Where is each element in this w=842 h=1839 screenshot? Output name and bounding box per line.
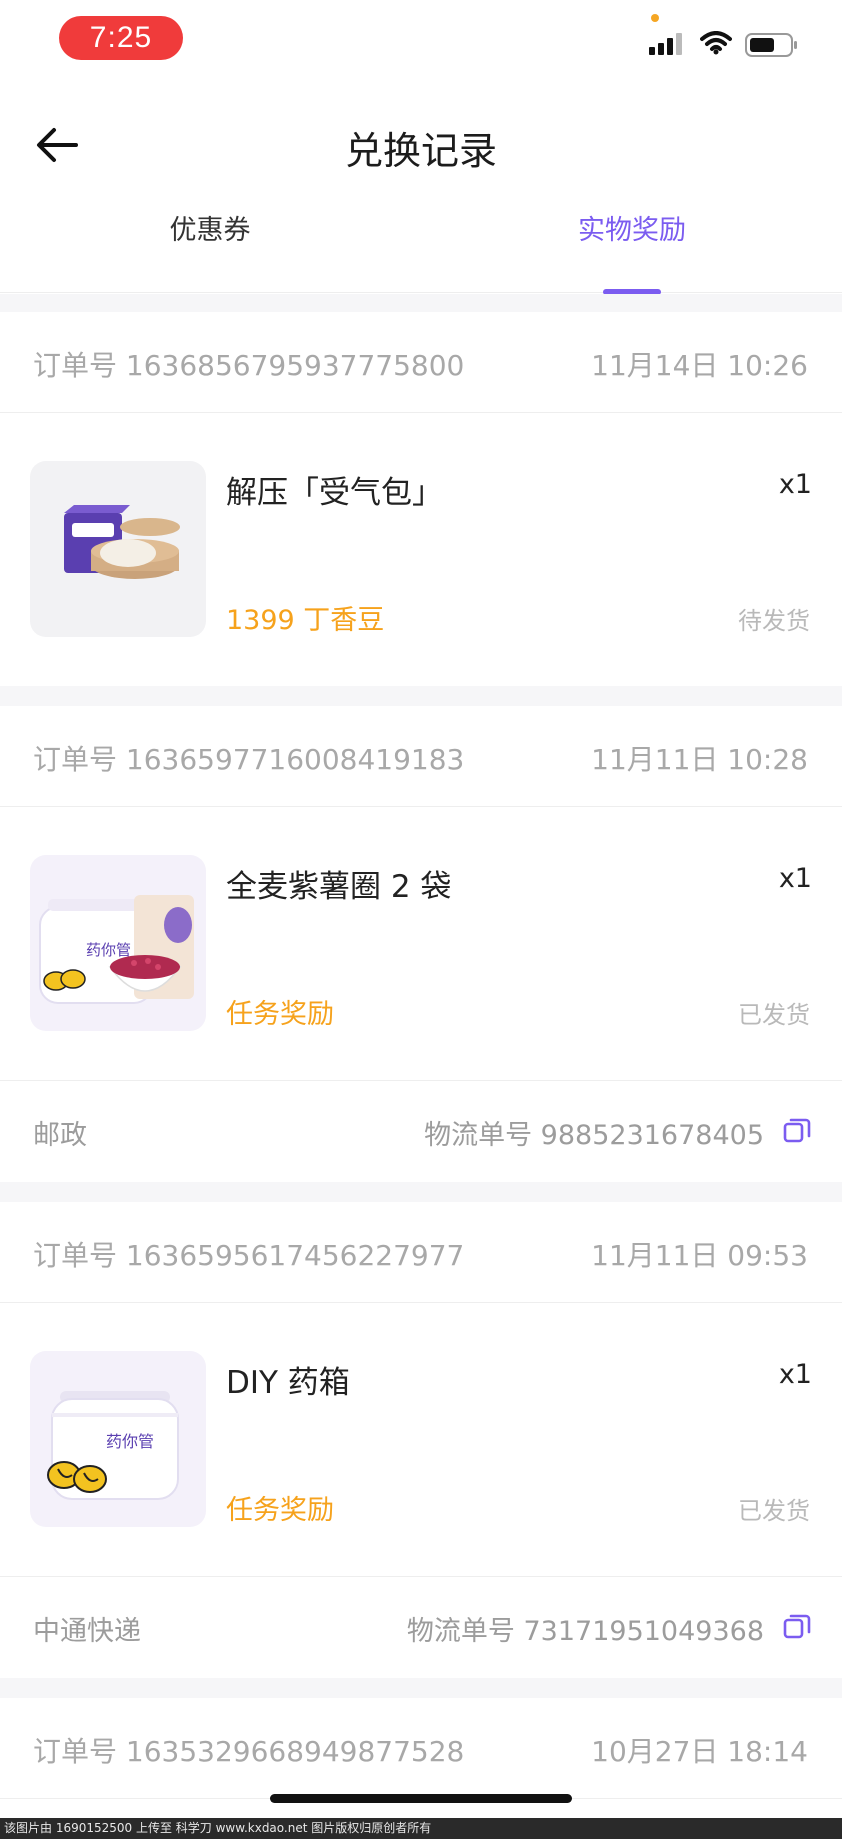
order-number: 订单号 1636856795937775800 — [33, 349, 465, 382]
product-image — [30, 461, 206, 637]
product-image: 药你管 — [30, 855, 206, 1031]
order-header: 订单号 1636597716008419183 11月11日 10:28 — [0, 706, 842, 807]
product-quantity: x1 — [778, 863, 812, 894]
tab-coupons[interactable]: 优惠券 — [80, 208, 340, 247]
order-card[interactable]: 订单号 1636597716008419183 11月11日 10:28 药你管 — [0, 706, 842, 1181]
order-date: 11月11日 10:28 — [591, 743, 808, 776]
medicine-box-illustration: 药你管 — [47, 1391, 179, 1500]
order-number: 订单号 1636595617456227977 — [33, 1239, 465, 1272]
order-header: 订单号 1636856795937775800 11月14日 10:26 — [0, 312, 842, 413]
product-price: 任务奖励 — [226, 1495, 334, 1526]
page-title: 兑换记录 — [344, 129, 497, 173]
product-price: 任务奖励 — [226, 999, 334, 1030]
product-quantity: x1 — [778, 1359, 812, 1390]
order-date: 11月11日 09:53 — [591, 1239, 808, 1272]
product-image: 药你管 — [30, 1351, 206, 1527]
tab-bar: 优惠券 实物奖励 — [0, 200, 842, 295]
home-indicator[interactable] — [270, 1794, 572, 1803]
order-number: 订单号 1636597716008419183 — [33, 743, 465, 776]
battery-icon — [745, 33, 797, 57]
carrier-name: 邮政 — [33, 1120, 87, 1151]
tracking-number: 物流单号 9885231678405 — [424, 1120, 764, 1151]
product-price: 1399 丁香豆 — [226, 605, 385, 636]
section-gap — [0, 294, 842, 312]
status-time: 7:25 — [59, 16, 183, 60]
product-row: 解压「受气包」 x1 1399 丁香豆 待发货 — [0, 413, 842, 686]
privacy-indicator-dot — [651, 14, 659, 22]
product-name: DIY 药箱 — [226, 1365, 350, 1401]
order-number: 订单号 1635329668949877528 — [33, 1735, 465, 1768]
wifi-icon — [700, 31, 732, 55]
product-row: 药你管 DIY 药箱 x1 任务奖励 已发货 — [0, 1303, 842, 1576]
box-label-text: 药你管 — [86, 941, 131, 959]
order-card[interactable]: 订单号 1636595617456227977 11月11日 09:53 药你管… — [0, 1202, 842, 1677]
product-name: 全麦紫薯圈 2 袋 — [226, 869, 452, 905]
exchange-records-screen: 7:25 兑换记录 优惠券 实物奖励 订单号 16368567959377758… — [0, 0, 842, 1839]
order-date: 11月14日 10:26 — [591, 349, 808, 382]
nav-bar: 兑换记录 — [0, 100, 842, 192]
section-gap — [0, 1182, 842, 1202]
order-header: 订单号 1636595617456227977 11月11日 09:53 — [0, 1202, 842, 1303]
logistics-row: 中通快递 物流单号 73171951049368 — [0, 1576, 842, 1677]
order-date: 10月27日 18:14 — [591, 1735, 808, 1768]
tracking-number: 物流单号 73171951049368 — [406, 1616, 764, 1647]
shipping-status: 已发货 — [738, 1001, 810, 1029]
order-header: 订单号 1635329668949877528 10月27日 18:14 — [0, 1698, 842, 1799]
box-label-text: 药你管 — [106, 1432, 154, 1451]
order-card[interactable]: 订单号 1636856795937775800 11月14日 10:26 解压「… — [0, 312, 842, 686]
section-gap — [0, 1678, 842, 1698]
tab-physical-rewards[interactable]: 实物奖励 — [502, 208, 762, 247]
shipping-status: 已发货 — [738, 1497, 810, 1525]
product-name: 解压「受气包」 — [226, 475, 443, 511]
product-row: 药你管 全麦紫薯圈 2 袋 x1 任务奖励 已发货 — [0, 807, 842, 1080]
copy-icon[interactable] — [782, 1611, 812, 1641]
status-bar: 7:25 — [0, 0, 842, 80]
stress-bun-box-illustration — [64, 505, 180, 579]
watermark-bar: 该图片由 1690152500 上传至 科学刀 www.kxdao.net 图片… — [0, 1818, 842, 1839]
shipping-status: 待发货 — [738, 607, 810, 635]
carrier-name: 中通快递 — [33, 1616, 141, 1647]
cellular-signal-icon — [649, 33, 682, 55]
copy-icon[interactable] — [782, 1115, 812, 1145]
purple-potato-rings-illustration: 药你管 — [39, 895, 194, 1004]
product-quantity: x1 — [778, 469, 812, 500]
logistics-row: 邮政 物流单号 9885231678405 — [0, 1080, 842, 1181]
section-gap — [0, 686, 842, 706]
